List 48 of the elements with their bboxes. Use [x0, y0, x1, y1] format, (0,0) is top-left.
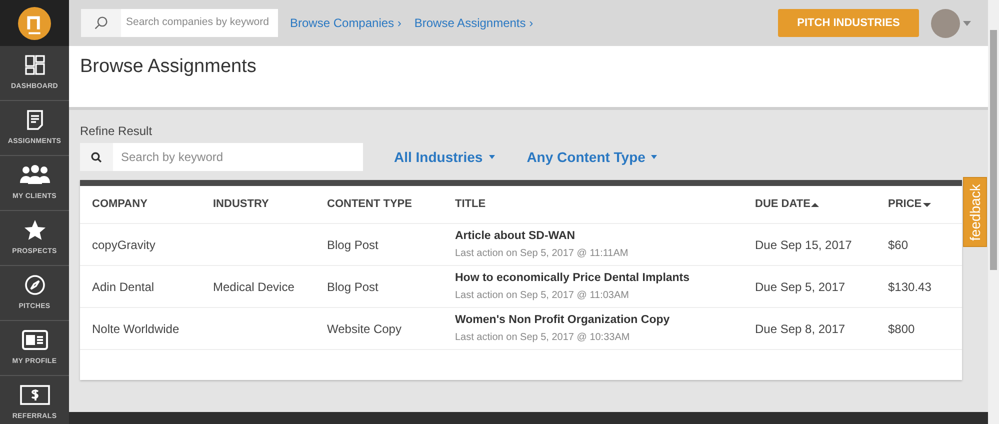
caret-icon — [651, 155, 658, 159]
due-date-cell: Due Sep 15, 2017 — [755, 238, 852, 252]
assignment-title[interactable]: Article about SD-WAN — [455, 228, 755, 246]
search-icon — [91, 152, 102, 162]
sort-up-icon — [811, 200, 820, 208]
due-date-cell: Due Sep 8, 2017 — [755, 322, 846, 336]
compass-icon — [22, 273, 46, 298]
last-action-text: Last action on Sep 5, 2017 @ 11:11AM — [455, 246, 630, 261]
assignment-title[interactable]: Women's Non Profit Organization Copy — [455, 312, 755, 330]
id-card-icon — [20, 328, 48, 352]
last-action-text: Last action on Sep 5, 2017 @ 11:03AM — [455, 288, 630, 303]
sort-down-icon — [922, 200, 931, 208]
column-header: CONTENT TYPE — [327, 197, 413, 212]
caret-icon — [488, 155, 495, 159]
company-search-field[interactable]: Search companies by keyword — [81, 9, 278, 37]
company-cell: Adin Dental — [92, 280, 154, 294]
column-header: INDUSTRY — [213, 197, 270, 212]
industry-cell: Medical Device — [213, 280, 294, 294]
content-type-cell: Website Copy — [327, 322, 402, 336]
dollar-bill-icon — [18, 383, 50, 408]
company-cell: Nolte Worldwide — [92, 322, 180, 336]
page-title: Browse Assignments — [80, 55, 258, 79]
table-row[interactable]: Nolte Worldwide Website Copy Women's Non Profit Organization Copy Last action on Sep 5, 2017 @ 10:33AM Due Sep 8, 2017 $800 — [80, 308, 962, 350]
caret-icon[interactable] — [963, 20, 971, 26]
price-cell: $60 — [888, 238, 908, 252]
filter-dropdown[interactable]: All Industries — [394, 146, 495, 168]
company-search-input[interactable]: Search companies by keyword — [121, 9, 278, 37]
star-icon — [22, 218, 46, 242]
assignment-title[interactable]: How to economically Price Dental Implants — [455, 270, 755, 288]
column-header: COMPANY — [92, 197, 148, 212]
price-cell: $130.43 — [888, 280, 932, 294]
filter-dropdown[interactable]: Any Content Type — [526, 146, 658, 168]
refine-label: Refine Result — [80, 123, 154, 140]
content-type-cell: Blog Post — [327, 280, 378, 294]
due-date-cell: Due Sep 5, 2017 — [755, 280, 846, 294]
last-action-text: Last action on Sep 5, 2017 @ 10:33AM — [455, 330, 631, 345]
dashboard-icon — [22, 53, 46, 78]
company-cell: copyGravity — [92, 238, 156, 252]
search-icon — [94, 16, 108, 30]
column-header: TITLE — [455, 197, 487, 212]
logo-icon — [18, 6, 51, 40]
table-row[interactable]: copyGravity Blog Post Article about SD-WAN Last action on Sep 5, 2017 @ 11:11AM Due Sep 15, 2017 $60 — [80, 224, 962, 266]
column-header[interactable]: DUE DATE — [755, 196, 888, 213]
avatar[interactable] — [931, 8, 960, 38]
table-row[interactable]: Adin Dental Medical Device Blog Post How to economically Price Dental Implants Last action on Sep 5, 2017 @ 11:03AM Due Sep 5, 2017 $130.43 — [80, 266, 962, 308]
content-type-cell: Blog Post — [327, 238, 378, 252]
price-cell: $800 — [888, 322, 915, 336]
column-header[interactable]: PRICE — [888, 196, 948, 213]
